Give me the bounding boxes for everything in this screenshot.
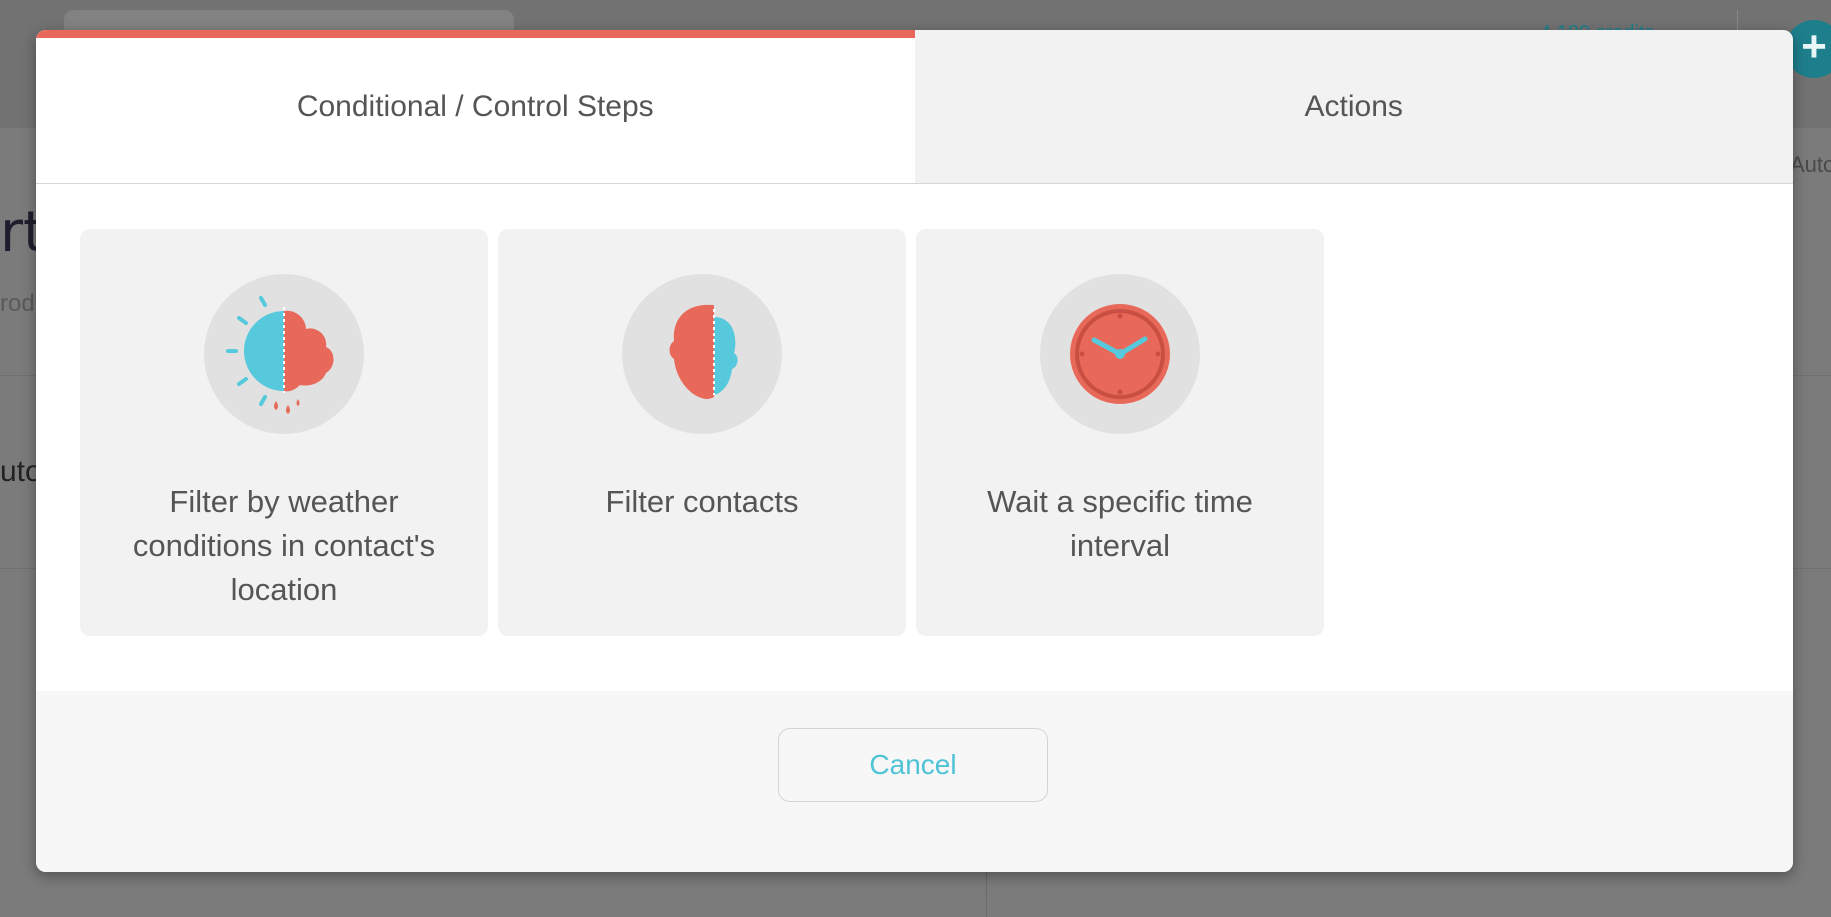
background-subtitle: rod — [0, 290, 35, 317]
card-label: Wait a specific time interval — [987, 484, 1253, 563]
icon-circle — [1040, 274, 1200, 434]
card-label: Filter by weather conditions in contact'… — [132, 484, 436, 607]
add-step-modal: Conditional / Control Steps Actions Filt… — [36, 30, 1793, 872]
tab-label: Actions — [1304, 89, 1403, 123]
background-right-label: Auto — [1790, 152, 1831, 177]
tab-actions[interactable]: Actions — [914, 30, 1793, 183]
icon-circle — [204, 274, 364, 434]
filter-contacts-card[interactable]: Filter contacts — [498, 229, 906, 636]
step-type-tabs: Conditional / Control Steps Actions — [36, 30, 1793, 184]
filter-by-weather-card[interactable]: Filter by weather conditions in contact'… — [80, 229, 488, 636]
weather-icon — [226, 296, 334, 414]
modal-footer: Cancel — [36, 691, 1793, 872]
contacts-filter-icon — [669, 304, 738, 399]
clock-icon — [1070, 304, 1170, 404]
card-label: Filter contacts — [605, 484, 799, 519]
step-card-list: Filter by weather conditions in contact'… — [80, 229, 1324, 636]
icon-circle — [622, 274, 782, 434]
tab-label: Conditional / Control Steps — [296, 89, 654, 123]
cancel-button[interactable]: Cancel — [778, 728, 1048, 802]
wait-time-interval-card[interactable]: Wait a specific time interval — [916, 229, 1324, 636]
tab-conditional-control-steps[interactable]: Conditional / Control Steps — [36, 30, 915, 183]
